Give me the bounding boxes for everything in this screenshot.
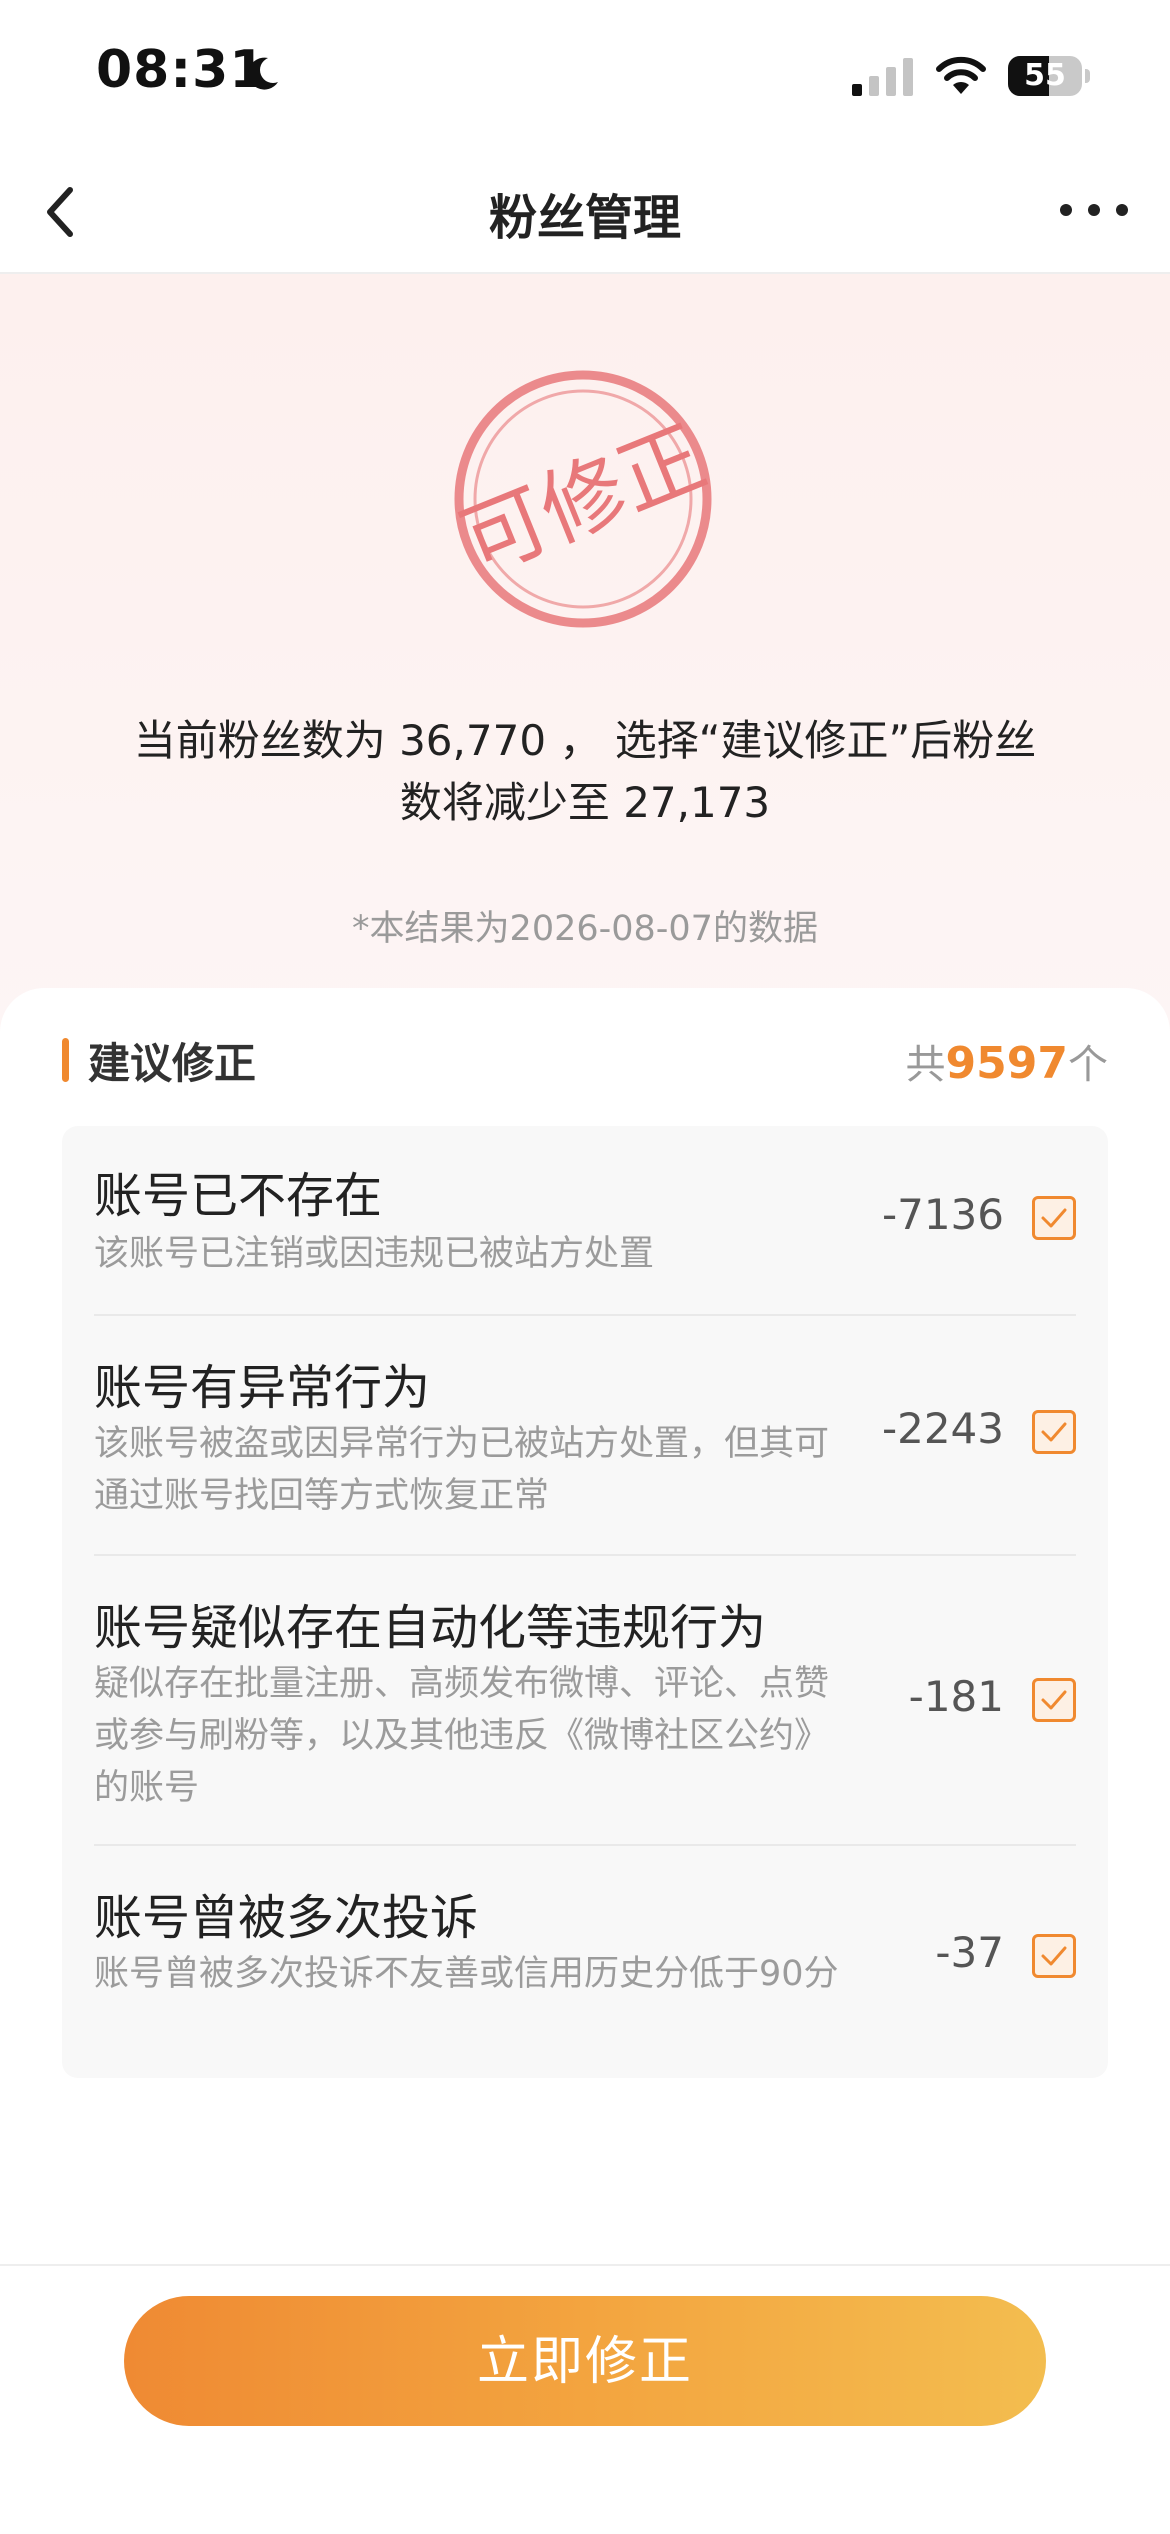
item-delta: -181 [908, 1672, 1004, 1721]
fix-now-button[interactable]: 立即修正 [124, 2296, 1046, 2426]
item-delta: -2243 [881, 1404, 1004, 1453]
status-bar: 08:31 55 [0, 0, 1170, 150]
hero-section: 可修正 当前粉丝数为 36,770 ， 选择“建议修正”后粉丝 数将减少至 27… [0, 274, 1170, 1034]
battery-percent: 55 [1024, 58, 1066, 93]
correctable-stamp-icon: 可修正 [448, 370, 718, 628]
check-icon [1041, 1946, 1067, 1966]
fan-summary-line2: 数将减少至 27,173 [399, 778, 771, 827]
item-checkbox[interactable] [1032, 1410, 1076, 1454]
item-title: 账号曾被多次投诉 [94, 1890, 479, 1946]
battery-body: 55 [1008, 56, 1082, 96]
fan-summary: 当前粉丝数为 36,770 ， 选择“建议修正”后粉丝 数将减少至 27,173 [60, 710, 1110, 834]
check-icon [1041, 1422, 1067, 1442]
item-title: 账号疑似存在自动化等违规行为 [94, 1600, 767, 1656]
list-item-automation-violation[interactable]: 账号疑似存在自动化等违规行为 疑似存在批量注册、高频发布微博、评论、点赞或参与刷… [94, 1556, 1076, 1846]
section-total: 共9597个 [906, 1032, 1108, 1090]
signal-icon [852, 58, 913, 96]
section-accent-bar [62, 1038, 69, 1082]
data-date-note: *本结果为2026-08-07的数据 [352, 909, 818, 949]
item-checkbox[interactable] [1032, 1934, 1076, 1978]
item-title: 账号已不存在 [94, 1168, 383, 1224]
item-delta: -37 [935, 1928, 1004, 1977]
battery-cap [1085, 69, 1090, 83]
fan-summary-line1: 当前粉丝数为 36,770 ， 选择“建议修正”后粉丝 [133, 716, 1037, 765]
moon-icon [248, 57, 278, 90]
item-desc: 账号曾被多次投诉不友善或信用历史分低于90分 [94, 1954, 839, 1994]
suggestion-list: 账号已不存在 该账号已注销或因违规已被站方处置 -7136 账号有异常行为 该账… [62, 1126, 1108, 2078]
page-title: 粉丝管理 [488, 190, 681, 246]
item-checkbox[interactable] [1032, 1678, 1076, 1722]
bottom-bar: 立即修正 [0, 2264, 1170, 2534]
item-title: 账号有异常行为 [94, 1360, 431, 1416]
section-header: 建议修正 共9597个 [62, 1024, 1108, 1094]
suggestion-card: 建议修正 共9597个 账号已不存在 该账号已注销或因违规已被站方处置 -713… [0, 988, 1170, 2268]
item-desc: 疑似存在批量注册、高频发布微博、评论、点赞或参与刷粉等，以及其他违反《微博社区公… [94, 1664, 830, 1808]
item-checkbox[interactable] [1032, 1196, 1076, 1240]
status-time: 08:31 [96, 40, 267, 100]
list-item-account-not-exist[interactable]: 账号已不存在 该账号已注销或因违规已被站方处置 -7136 [94, 1126, 1076, 1316]
item-desc: 该账号被盗或因异常行为已被站方处置，但其可通过账号找回等方式恢复正常 [94, 1424, 830, 1516]
section-title: 建议修正 [88, 1039, 257, 1088]
nav-bar: 粉丝管理 [0, 150, 1170, 274]
total-count: 9597 [945, 1038, 1068, 1089]
item-delta: -7136 [881, 1190, 1004, 1239]
item-desc: 该账号已注销或因违规已被站方处置 [94, 1234, 655, 1274]
more-dots-icon [1060, 204, 1128, 216]
list-item-multiple-complaints[interactable]: 账号曾被多次投诉 账号曾被多次投诉不友善或信用历史分低于90分 -37 [94, 1846, 1076, 2078]
check-icon [1041, 1208, 1067, 1228]
more-button[interactable] [1050, 180, 1140, 240]
stamp-text: 可修正 [448, 407, 718, 592]
battery-icon: 55 [1008, 56, 1090, 96]
wifi-icon [936, 56, 986, 94]
total-prefix: 共 [905, 1042, 946, 1088]
list-item-abnormal-behavior[interactable]: 账号有异常行为 该账号被盗或因异常行为已被站方处置，但其可通过账号找回等方式恢复… [94, 1316, 1076, 1556]
total-suffix: 个 [1068, 1042, 1108, 1088]
check-icon [1041, 1690, 1067, 1710]
